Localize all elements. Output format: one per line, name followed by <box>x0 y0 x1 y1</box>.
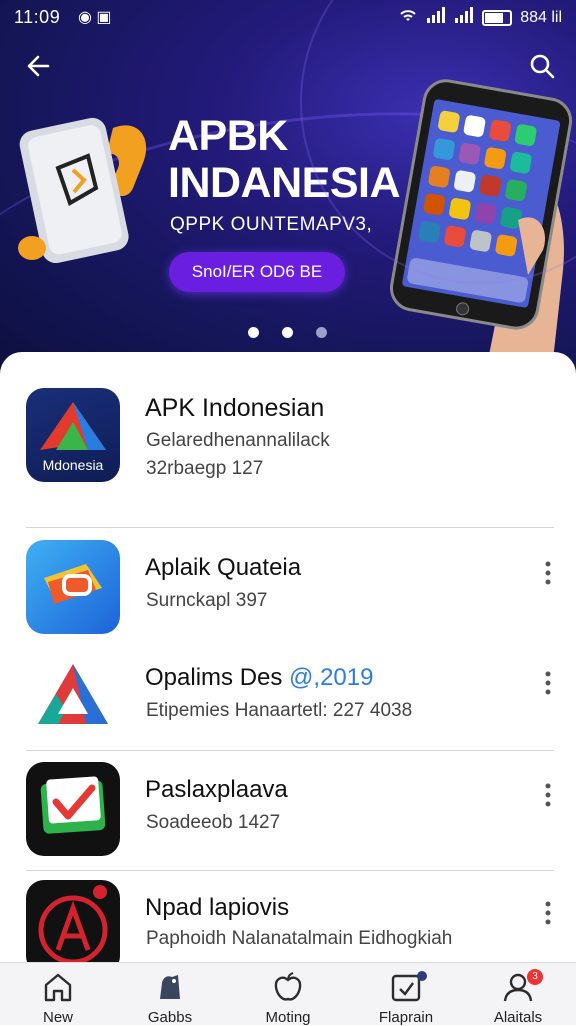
more-options-icon[interactable] <box>538 781 558 811</box>
list-item[interactable]: Npad lapiovis Paphoidh Nalanatalmain Eid… <box>0 880 576 972</box>
nav-badge <box>417 971 427 981</box>
app-title-text: Opalims Des <box>145 664 290 691</box>
status-time: 11:09 <box>14 7 61 27</box>
app-subtitle: Gelaredhenannalilack <box>146 430 330 451</box>
carousel-dots[interactable] <box>248 327 327 338</box>
nav-item-new[interactable]: New <box>3 963 113 1026</box>
back-arrow-icon[interactable] <box>22 48 58 84</box>
nav-item-moting[interactable]: Moting <box>233 963 343 1026</box>
apple-icon <box>270 971 306 1003</box>
battery-icon <box>482 9 513 26</box>
app-title: Npad lapiovis <box>145 894 290 921</box>
game-icon <box>152 971 188 1003</box>
app-icon-paslaxplaava[interactable] <box>26 762 120 856</box>
status-right-text: 884 lil <box>520 8 562 26</box>
app-title: APK Indonesian <box>145 394 325 422</box>
divider <box>26 527 554 528</box>
bottom-navigation: New Gabbs Moting Flaprain 3 Alaitals <box>0 962 576 1026</box>
promo-illustration-right <box>378 70 576 360</box>
hero-banner[interactable]: 11:09 ◉ ▣ 884 lil APBK INDANESIA QPPK OU… <box>0 0 576 375</box>
divider <box>26 870 554 871</box>
hero-headline: APBK INDANESIA <box>168 112 401 207</box>
status-bar: 11:09 ◉ ▣ 884 lil <box>0 0 576 34</box>
app-icon-aplaik[interactable] <box>26 540 120 634</box>
app-icon-apk-indonesian[interactable]: Mdonesia <box>26 388 120 482</box>
nav-label: Gabbs <box>147 1009 193 1026</box>
nav-label: New <box>42 1009 73 1026</box>
nav-label: Flaprain <box>378 1009 434 1026</box>
app-icon-opalims[interactable] <box>26 652 120 746</box>
divider <box>26 750 554 751</box>
headline-line-1: APBK <box>168 112 288 160</box>
status-right: 884 lil <box>398 7 562 28</box>
signal-icon-2 <box>454 7 474 28</box>
list-item-featured-app[interactable]: Mdonesia APK Indonesian Gelaredhenannali… <box>0 388 576 508</box>
app-title: Paslaxplaava <box>145 776 288 803</box>
more-options-icon[interactable] <box>538 899 558 929</box>
carousel-dot-active[interactable] <box>282 327 293 338</box>
nav-badge: 3 <box>527 969 543 985</box>
nav-label: Alaitals <box>493 1009 543 1026</box>
app-icon-npad[interactable] <box>26 880 120 972</box>
carousel-dot[interactable] <box>316 327 327 338</box>
nav-item-games[interactable]: Gabbs <box>115 963 225 1026</box>
phone-app-grid <box>407 110 537 303</box>
signal-icon <box>426 7 446 28</box>
more-options-icon[interactable] <box>538 559 558 589</box>
hero-cta-button[interactable]: SnoI/ER OD6 BE <box>169 252 345 292</box>
nav-label: Moting <box>265 1009 311 1026</box>
list-item[interactable]: Aplaik Quateia Surnckapl 397 <box>0 540 576 634</box>
nav-item-flaprain[interactable]: Flaprain <box>351 963 461 1026</box>
app-meta: Surnckapl 397 <box>146 590 268 611</box>
app-title-accent: @,2019 <box>289 664 374 691</box>
carousel-dot[interactable] <box>248 327 259 338</box>
headline-line-2: INDANESIA <box>168 159 401 207</box>
list-item[interactable]: Paslaxplaava Soadeeob 1427 <box>0 762 576 856</box>
wifi-icon <box>398 7 418 28</box>
more-options-icon[interactable] <box>538 669 558 699</box>
app-meta: Paphoidh Nalanatalmain Eidhogkiah <box>146 928 453 949</box>
app-title: Opalims Des @,2019 <box>145 664 373 692</box>
list-item[interactable]: Opalims Des @,2019 Etipemies Hanaartetl:… <box>0 652 576 746</box>
app-meta: Soadeeob 1427 <box>146 812 281 833</box>
search-icon[interactable] <box>524 48 560 84</box>
promo-illustration-left <box>18 108 158 278</box>
app-meta: Etipemies Hanaartetl: 227 4038 <box>146 700 413 721</box>
app-icon-text: Mdonesia <box>43 457 104 473</box>
home-icon <box>40 971 76 1003</box>
app-title: Aplaik Quateia <box>145 554 302 581</box>
nav-item-alaitals[interactable]: 3 Alaitals <box>463 963 573 1026</box>
notification-icons: ◉ ▣ <box>78 9 112 26</box>
app-list-sheet: Mdonesia APK Indonesian Gelaredhenannali… <box>0 352 576 972</box>
hero-subline: QPPK OUNTEMAPV3, <box>170 214 373 235</box>
app-meta: 32rbaegp 127 <box>146 458 264 479</box>
